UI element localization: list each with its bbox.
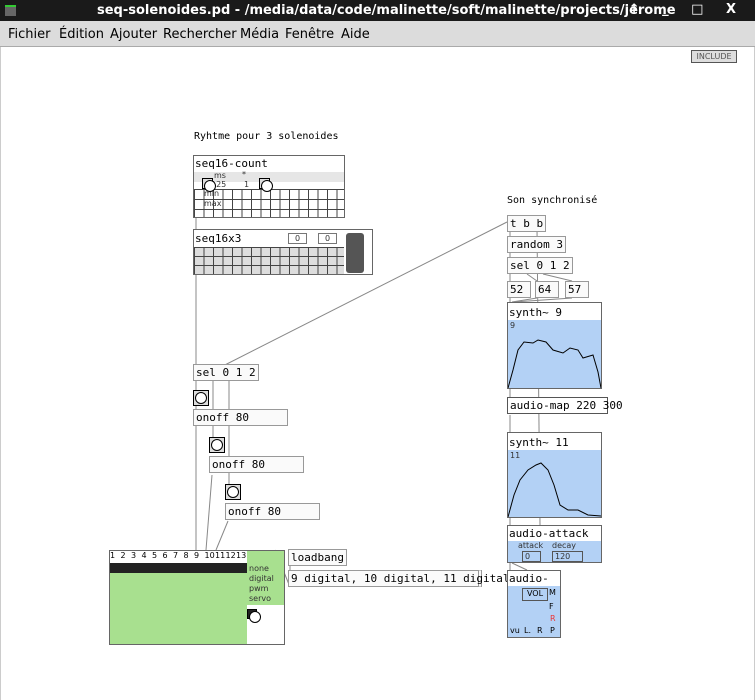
volume-slider[interactable]: VOL: [522, 588, 548, 601]
menu-ajouter[interactable]: Ajouter: [110, 27, 157, 42]
random-object[interactable]: random 3: [507, 236, 566, 253]
app-icon: [5, 5, 16, 16]
onoff-object-2[interactable]: onoff 80: [209, 456, 304, 473]
play-button[interactable]: P: [550, 626, 555, 635]
synth-9[interactable]: synth~ 9 9: [507, 302, 602, 389]
envelope-graph[interactable]: [507, 450, 602, 518]
window-controls[interactable]: ↑ _ □ X: [629, 2, 745, 17]
menu-aide[interactable]: Aide: [341, 27, 370, 42]
onoff-object-1[interactable]: onoff 80: [193, 409, 288, 426]
ms-label: ms: [214, 171, 226, 180]
mode-pwm: pwm: [249, 584, 269, 593]
bang-icon[interactable]: [225, 484, 241, 500]
menu-rechercher[interactable]: Rechercher: [163, 27, 237, 42]
message-52[interactable]: 52: [507, 281, 531, 298]
mode-digital: digital: [249, 574, 274, 583]
bang-icon[interactable]: [193, 390, 209, 406]
pin-panel[interactable]: 1 2 3 4 5 6 7 8 9 10 11 12 13 none digital pwm servo: [109, 550, 285, 645]
comment-rhythm: Ryhtme pour 3 solenoides: [194, 131, 339, 142]
bang-icon[interactable]: [259, 178, 273, 192]
pin-numbers: 1 2 3 4 5 6 7 8 9 10 11 12 13: [110, 551, 247, 560]
message-digital-pins[interactable]: 9 digital, 10 digital, 11 digital: [288, 570, 510, 587]
attack-number[interactable]: 0: [522, 551, 542, 562]
seq16x3[interactable]: seq16x3 0 0: [193, 229, 373, 275]
record-button[interactable]: R: [550, 614, 556, 623]
envelope-graph[interactable]: [507, 320, 602, 389]
loadbang-object[interactable]: loadbang: [288, 549, 347, 566]
attack-label: attack: [518, 541, 544, 550]
mode-none: none: [249, 564, 269, 573]
bang-icon[interactable]: [247, 609, 261, 623]
bang-icon[interactable]: [209, 437, 225, 453]
onoff-object-3[interactable]: onoff 80: [225, 503, 320, 520]
max-label: max: [204, 199, 222, 208]
seq16x3-number-1[interactable]: 0: [288, 233, 308, 244]
mode-list[interactable]: none digital pwm servo: [247, 551, 284, 605]
menu-media[interactable]: Média: [240, 27, 279, 42]
synth-11-title: synth~ 11: [509, 436, 569, 449]
bang-icon[interactable]: [202, 178, 216, 192]
bang-column-icon[interactable]: [346, 233, 364, 273]
title-bar: seq-solenoides.pd - /media/data/code/mal…: [0, 0, 755, 21]
fade-button[interactable]: F: [549, 602, 554, 611]
synth-9-title: synth~ 9: [509, 306, 562, 319]
comment-sound: Son synchronisé: [507, 195, 598, 206]
pin-mode-grid[interactable]: [110, 563, 247, 644]
sel-object-right[interactable]: sel 0 1 2: [507, 257, 573, 274]
audio-attack[interactable]: audio-attack attack decay 0 120: [507, 525, 602, 563]
message-57[interactable]: 57: [565, 281, 589, 298]
trigger-object[interactable]: t b b: [507, 215, 547, 232]
audio-out[interactable]: audio-out VOL M F R vu L. R P: [507, 570, 561, 638]
seq16x3-number-2[interactable]: 0: [318, 233, 338, 244]
menu-edition[interactable]: Édition: [59, 27, 104, 42]
message-64[interactable]: 64: [535, 281, 559, 298]
step-toggle-grid[interactable]: [194, 247, 344, 274]
synth-11[interactable]: synth~ 11 11: [507, 432, 602, 518]
decay-number[interactable]: 120: [552, 551, 584, 562]
mode-servo: servo: [249, 594, 272, 603]
star-label: *: [242, 170, 246, 179]
window-title: seq-solenoides.pd - /media/data/code/mal…: [97, 3, 676, 18]
right-button[interactable]: R: [537, 626, 543, 635]
menu-fenetre[interactable]: Fenêtre: [285, 27, 334, 42]
menu-fichier[interactable]: Fichier: [8, 27, 51, 42]
sel-object-left[interactable]: sel 0 1 2: [193, 364, 259, 381]
synth-11-number[interactable]: 11: [510, 451, 520, 460]
seq16-count-title: seq16-count: [195, 157, 268, 170]
menu-bar: Fichier Édition Ajouter Rechercher Média…: [0, 21, 755, 47]
audio-map-object[interactable]: audio-map 220 300: [507, 397, 623, 414]
seq16x3-title: seq16x3: [195, 232, 242, 245]
decay-label: decay: [552, 541, 577, 550]
mute-button[interactable]: M: [549, 588, 556, 597]
left-button[interactable]: L.: [524, 626, 531, 635]
synth-9-number[interactable]: 9: [510, 321, 515, 330]
include-button[interactable]: INCLUDE: [691, 50, 737, 63]
mult-number[interactable]: 1: [244, 180, 249, 189]
audio-attack-title: audio-attack: [509, 527, 589, 540]
vu-button[interactable]: vu: [510, 626, 520, 635]
